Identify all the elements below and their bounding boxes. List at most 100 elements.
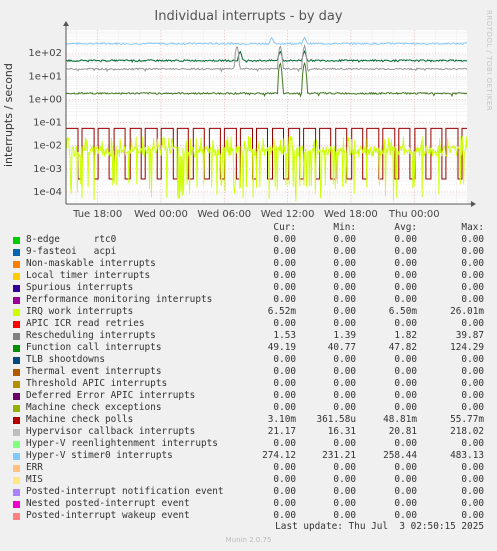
legend-series-name: Hyper-V reenlightenment interrupts	[26, 438, 218, 449]
legend-value-min: 40.77	[327, 342, 356, 353]
x-tick-label: Wed 12:00	[261, 209, 315, 220]
legend-swatch	[13, 357, 20, 364]
legend-row: Hyper-V stimer0 interrupts 274.12 231.21 25…	[0, 450, 497, 462]
legend-header-min: Min:	[333, 222, 356, 233]
legend-row: MIS 0.00 0.00 0.00 0.00	[0, 474, 497, 486]
legend-row: Threshold APIC interrupts 0.00 0.00 0.00 0.0…	[0, 378, 497, 390]
legend-value-min: 0.00	[333, 474, 356, 485]
legend-series-name: Performance monitoring interrupts	[26, 294, 213, 305]
legend-swatch	[13, 285, 20, 292]
legend-swatch	[13, 417, 20, 424]
legend-swatch	[13, 309, 20, 316]
legend-swatch	[13, 513, 20, 520]
legend-series-name: IRQ work interrupts	[26, 306, 134, 317]
legend-row: IRQ work interrupts 6.52m 0.00 6.50m 26.01m	[0, 306, 497, 318]
legend-row: Machine check polls 3.10m 361.58u 48.81m 55.…	[0, 414, 497, 426]
legend-series-name: MIS	[26, 474, 43, 485]
legend-value-min: 0.00	[333, 258, 356, 269]
legend-value-max: 483.13	[450, 450, 484, 461]
legend-header-max: Max:	[461, 222, 484, 233]
legend-value-min: 0.00	[333, 318, 356, 329]
legend-row: Spurious interrupts 0.00 0.00 0.00 0.00	[0, 282, 497, 294]
legend-row: Function call interrupts 49.19 40.77 47.82 1…	[0, 342, 497, 354]
legend-row: Local timer interrupts 0.00 0.00 0.00 0.00	[0, 270, 497, 282]
legend-row: Rescheduling interrupts 1.53 1.39 1.82 39.87	[0, 330, 497, 342]
legend-value-avg: 0.00	[394, 270, 417, 281]
legend-series-name: Function call interrupts	[26, 342, 162, 353]
legend-series-name: ERR	[26, 462, 43, 473]
x-tick-label: Wed 00:00	[134, 209, 188, 220]
legend-swatch	[13, 489, 20, 496]
legend-value-avg: 0.00	[394, 390, 417, 401]
legend-swatch	[13, 429, 20, 436]
legend-row: Machine check exceptions 0.00 0.00 0.00 0.00	[0, 402, 497, 414]
legend-value-max: 39.87	[455, 330, 484, 341]
legend-swatch	[13, 501, 20, 508]
legend-value-cur: 0.00	[273, 294, 296, 305]
legend-value-cur: 0.00	[273, 258, 296, 269]
legend-value-max: 55.77m	[450, 414, 484, 425]
legend-value-max: 0.00	[461, 294, 484, 305]
legend-value-min: 0.00	[333, 462, 356, 473]
legend-swatch	[13, 273, 20, 280]
x-tick-label: Wed 06:00	[197, 209, 251, 220]
legend-value-min: 0.00	[333, 438, 356, 449]
legend-value-cur: 0.00	[273, 438, 296, 449]
legend-value-cur: 21.17	[267, 426, 296, 437]
legend-row: Hypervisor callback interrupts 21.17 16.31…	[0, 426, 497, 438]
legend-value-cur: 274.12	[262, 450, 296, 461]
x-tick-label: Thu 00:00	[388, 209, 440, 220]
y-tick-label: 1e-02	[33, 141, 62, 152]
legend-value-min: 0.00	[333, 366, 356, 377]
legend-value-max: 0.00	[461, 246, 484, 257]
legend-value-avg: 20.81	[388, 426, 417, 437]
legend-row: APIC ICR read retries 0.00 0.00 0.00 0.00	[0, 318, 497, 330]
legend-value-min: 0.00	[333, 234, 356, 245]
munin-graph: Individual interrupts - by day RRDTOOL /…	[0, 0, 497, 551]
legend-series-name: Thermal event interrupts	[26, 366, 162, 377]
legend-row: Posted-interrupt notification event 0.00 0…	[0, 486, 497, 498]
legend-value-max: 0.00	[461, 462, 484, 473]
legend-series-name: Nested posted-interrupt event	[26, 498, 190, 509]
legend-swatch	[13, 261, 20, 268]
munin-version: Munin 2.0.75	[225, 536, 272, 544]
legend-value-avg: 0.00	[394, 474, 417, 485]
legend-value-cur: 0.00	[273, 498, 296, 509]
legend-header-avg: Avg:	[394, 222, 417, 233]
legend-swatch	[13, 237, 20, 244]
legend-series-name: Hyper-V stimer0 interrupts	[26, 450, 173, 461]
legend-swatch	[13, 405, 20, 412]
legend-series-name: Deferred Error APIC interrupts	[26, 390, 196, 401]
legend-value-max: 0.00	[461, 270, 484, 281]
legend-value-cur: 0.00	[273, 510, 296, 521]
legend-value-avg: 0.00	[394, 258, 417, 269]
legend-swatch	[13, 333, 20, 340]
legend-value-avg: 0.00	[394, 378, 417, 389]
legend-value-avg: 0.00	[394, 354, 417, 365]
legend-value-cur: 0.00	[273, 270, 296, 281]
last-update: Last update: Thu Jul 3 02:50:15 2025	[275, 521, 484, 532]
legend-swatch	[13, 345, 20, 352]
legend-value-max: 218.02	[450, 426, 484, 437]
legend-value-avg: 6.50m	[388, 306, 417, 317]
x-axis-arrow	[471, 201, 476, 207]
y-tick-label: 1e-04	[33, 187, 62, 198]
legend-value-avg: 1.82	[394, 330, 417, 341]
x-tick-label: Tue 18:00	[72, 209, 122, 220]
legend-series-name: 8-edge rtc0	[26, 234, 117, 245]
legend-value-avg: 0.00	[394, 246, 417, 257]
legend-series-name: Machine check polls	[26, 414, 134, 425]
legend-row: Hyper-V reenlightenment interrupts 0.00 0.…	[0, 438, 497, 450]
legend-header-cur: Cur:	[273, 222, 296, 233]
legend-series-name: Threshold APIC interrupts	[26, 378, 168, 389]
legend-value-max: 0.00	[461, 510, 484, 521]
legend-series-name: Machine check exceptions	[26, 402, 162, 413]
legend-swatch	[13, 453, 20, 460]
legend-value-avg: 0.00	[394, 402, 417, 413]
legend-value-max: 0.00	[461, 354, 484, 365]
legend-row: Thermal event interrupts 0.00 0.00 0.00 0.00	[0, 366, 497, 378]
legend-value-cur: 0.00	[273, 402, 296, 413]
y-tick-label: 1e+01	[28, 71, 62, 82]
legend-value-cur: 3.10m	[267, 414, 296, 425]
legend-value-max: 0.00	[461, 378, 484, 389]
